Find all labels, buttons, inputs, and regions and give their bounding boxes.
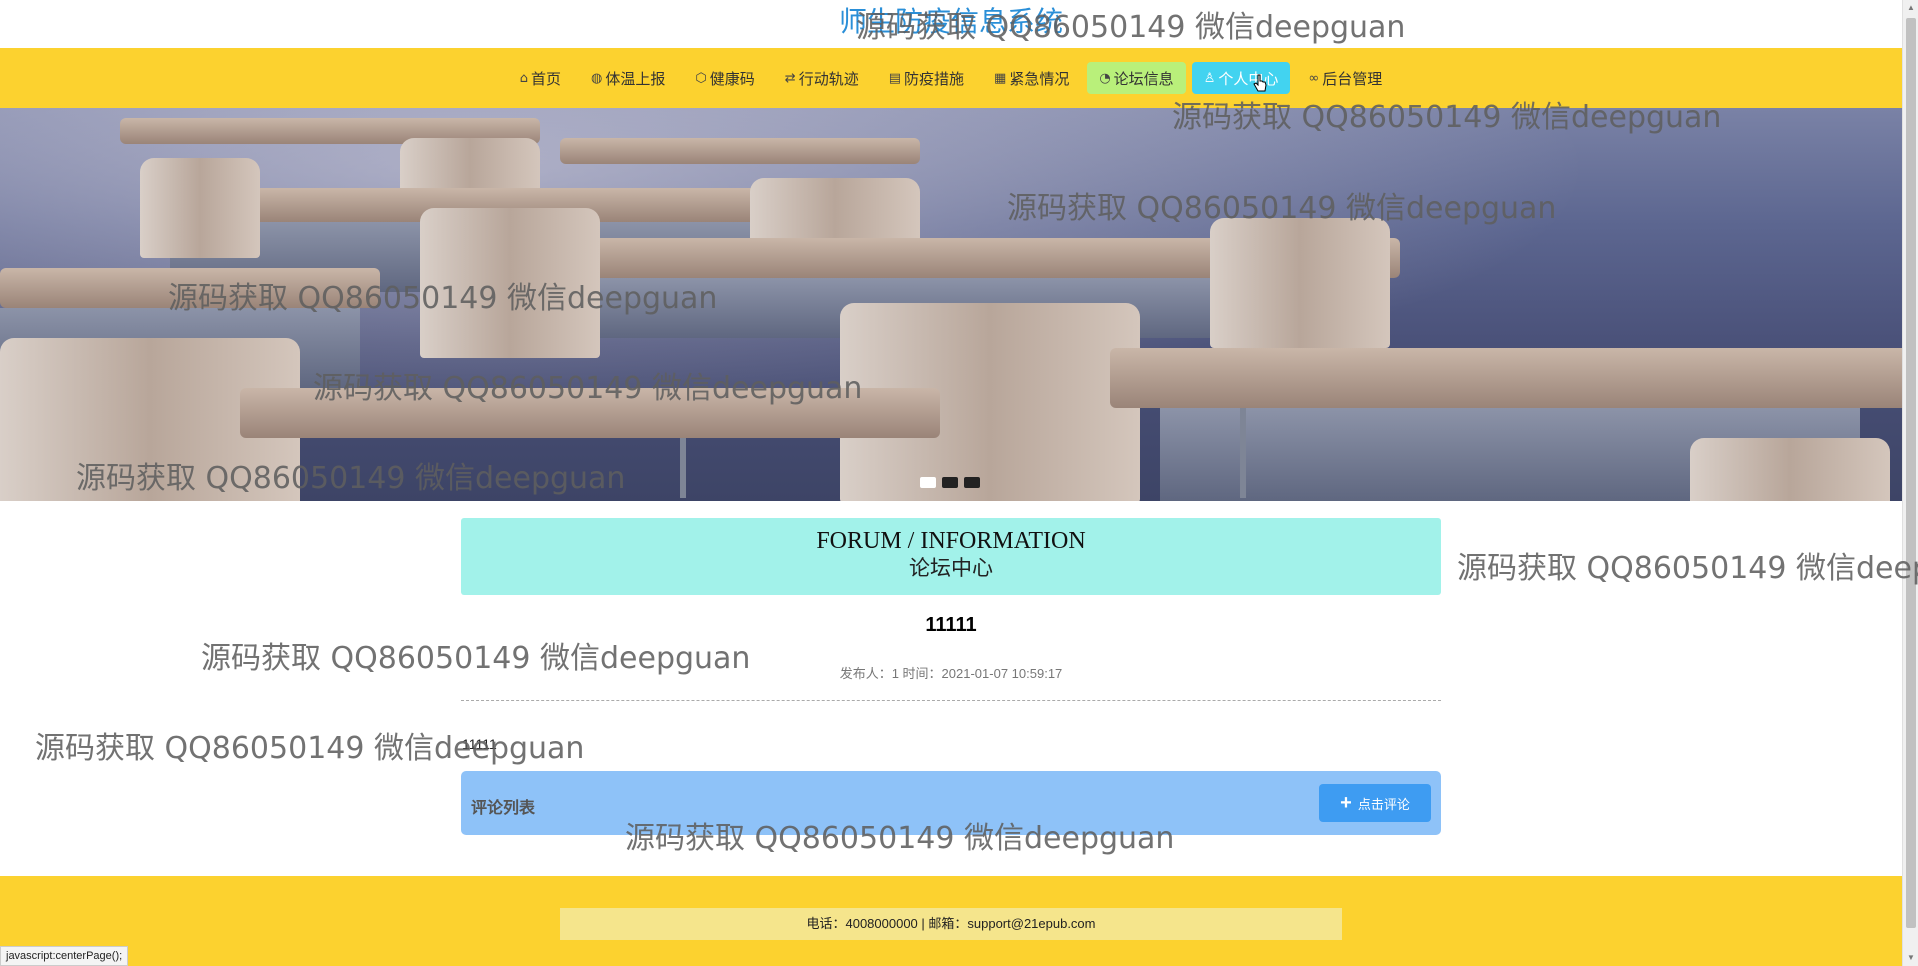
- nav-label: 后台管理: [1322, 69, 1383, 88]
- watermark: 源码获取 QQ86050149 微信deep: [1457, 551, 1918, 586]
- nav-item-trajectory[interactable]: ⇄ 行动轨迹: [773, 62, 871, 94]
- forum-header-cn: 论坛中心: [909, 556, 993, 580]
- status-bar-url: javascript:centerPage();: [0, 946, 129, 966]
- hand-cursor-icon: [1253, 74, 1267, 92]
- banner-desk: [1110, 348, 1902, 408]
- footer-contact: 电话：4008000000 | 邮箱：support@21epub.com: [560, 908, 1342, 940]
- banner-leg: [1240, 408, 1246, 498]
- nav-label: 体温上报: [605, 69, 666, 88]
- divider: [461, 700, 1441, 701]
- plus-icon: +: [1340, 792, 1352, 814]
- cube-icon: ⬡: [695, 70, 707, 86]
- home-icon: ⌂: [519, 70, 529, 86]
- banner-carousel: [0, 108, 1902, 501]
- nav-item-forum[interactable]: ◔ 论坛信息: [1087, 62, 1186, 94]
- nav-item-health-code[interactable]: ⬡ 健康码: [683, 62, 766, 94]
- scroll-thumb[interactable]: [1906, 18, 1916, 928]
- calendar-icon: ▤: [888, 70, 901, 86]
- add-comment-label: 点击评论: [1357, 796, 1410, 812]
- scroll-down-icon[interactable]: ▼: [1903, 950, 1918, 966]
- grid-icon: ▦: [994, 70, 1007, 86]
- banner-chair: [420, 208, 600, 358]
- post-title: 11111: [925, 614, 977, 636]
- watermark: 源码获取 QQ86050149 微信deepguan: [35, 731, 585, 766]
- nav-label: 紧急情况: [1009, 69, 1070, 88]
- banner-chair: [140, 158, 260, 258]
- banner-leg: [680, 438, 686, 498]
- add-comment-button[interactable]: + 点击评论: [1319, 784, 1431, 822]
- nav-item-user-center[interactable]: ♙ 个人中心: [1191, 62, 1291, 94]
- nav-item-admin[interactable]: ∞ 后台管理: [1296, 62, 1394, 94]
- main-nav: ⌂ 首页 ◍ 体温上报 ⬡ 健康码 ⇄ 行动轨迹 ▤ 防疫措施 ▦ 紧急情况 ◔ 论坛信息 ♙…: [0, 48, 1902, 108]
- nav-label: 防疫措施: [904, 69, 965, 88]
- nav-label: 健康码: [709, 69, 755, 88]
- page: 师生防疫信息系统 ⌂ 首页 ◍ 体温上报 ⬡ 健康码 ⇄ 行动轨迹 ▤ 防疫措施 ▦ 紧急情…: [0, 0, 1918, 966]
- nav-item-home[interactable]: ⌂ 首页: [508, 62, 573, 94]
- chat-icon: ◔: [1099, 70, 1111, 86]
- carousel-dot[interactable]: [942, 477, 958, 488]
- nav-item-temperature-report[interactable]: ◍ 体温上报: [579, 62, 677, 94]
- post-meta: 发布人：1 时间：2021-01-07 10:59:17: [839, 666, 1063, 681]
- nav-item-emergency[interactable]: ▦ 紧急情况: [982, 62, 1081, 94]
- sliders-icon: ⇄: [784, 70, 796, 86]
- banner-desk: [240, 388, 940, 438]
- nav-label: 个人中心: [1218, 69, 1279, 88]
- user-icon: ♙: [1203, 70, 1216, 86]
- globe-icon: ◍: [591, 70, 603, 86]
- scroll-up-icon[interactable]: ▲: [1903, 0, 1918, 16]
- nav-label: 首页: [531, 69, 562, 88]
- carousel-dot[interactable]: [964, 477, 980, 488]
- nav-label: 行动轨迹: [798, 69, 859, 88]
- forum-header: FORUM / INFORMATION 论坛中心: [461, 518, 1441, 595]
- vertical-scrollbar[interactable]: ▲ ▼: [1902, 0, 1918, 966]
- carousel-dot[interactable]: [920, 477, 936, 488]
- comment-bar: 评论列表 + 点击评论: [461, 771, 1441, 835]
- site-title: 师生防疫信息系统: [838, 5, 1063, 38]
- nav-item-measures[interactable]: ▤ 防疫措施: [877, 62, 976, 94]
- footer: 电话：4008000000 | 邮箱：support@21epub.com: [0, 876, 1902, 966]
- banner-chair: [1210, 218, 1390, 348]
- nav-label: 论坛信息: [1113, 69, 1174, 88]
- banner-chair: [1690, 438, 1890, 501]
- banner-desk: [560, 138, 920, 164]
- banner-desk: [0, 268, 380, 308]
- link-icon: ∞: [1308, 70, 1320, 86]
- post-content: 11111: [462, 736, 497, 752]
- forum-header-en: FORUM / INFORMATION: [816, 528, 1086, 554]
- comment-list-label: 评论列表: [471, 800, 536, 817]
- carousel-indicators: [920, 477, 980, 488]
